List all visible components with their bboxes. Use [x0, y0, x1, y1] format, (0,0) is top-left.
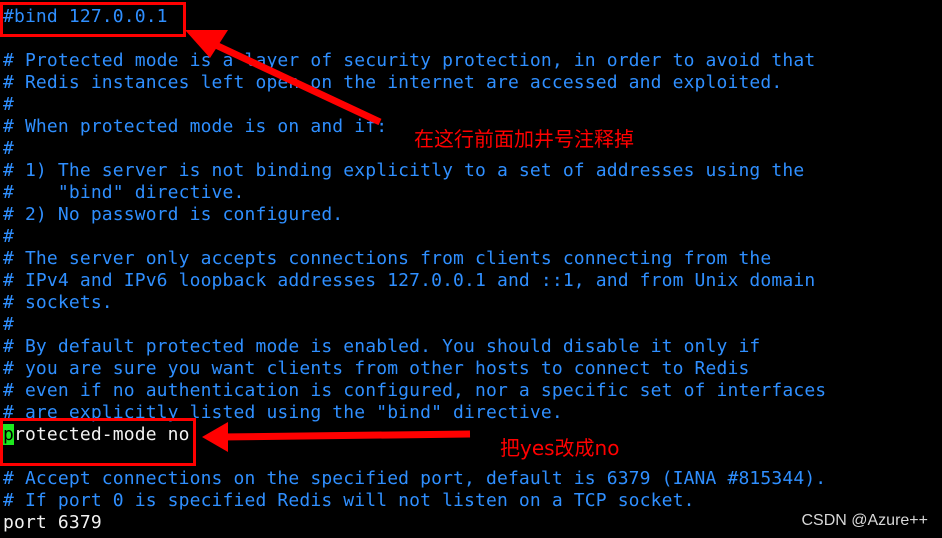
annotation-arrows	[185, 30, 471, 452]
arrow-to-protected-mode	[202, 422, 471, 452]
note-change-yes-no: 把yes改成no	[500, 436, 620, 460]
note-comment-bind: 在这行前面加井号注释掉	[414, 127, 634, 151]
arrow-to-bind	[185, 30, 382, 126]
watermark: CSDN @Azure++	[801, 512, 928, 529]
